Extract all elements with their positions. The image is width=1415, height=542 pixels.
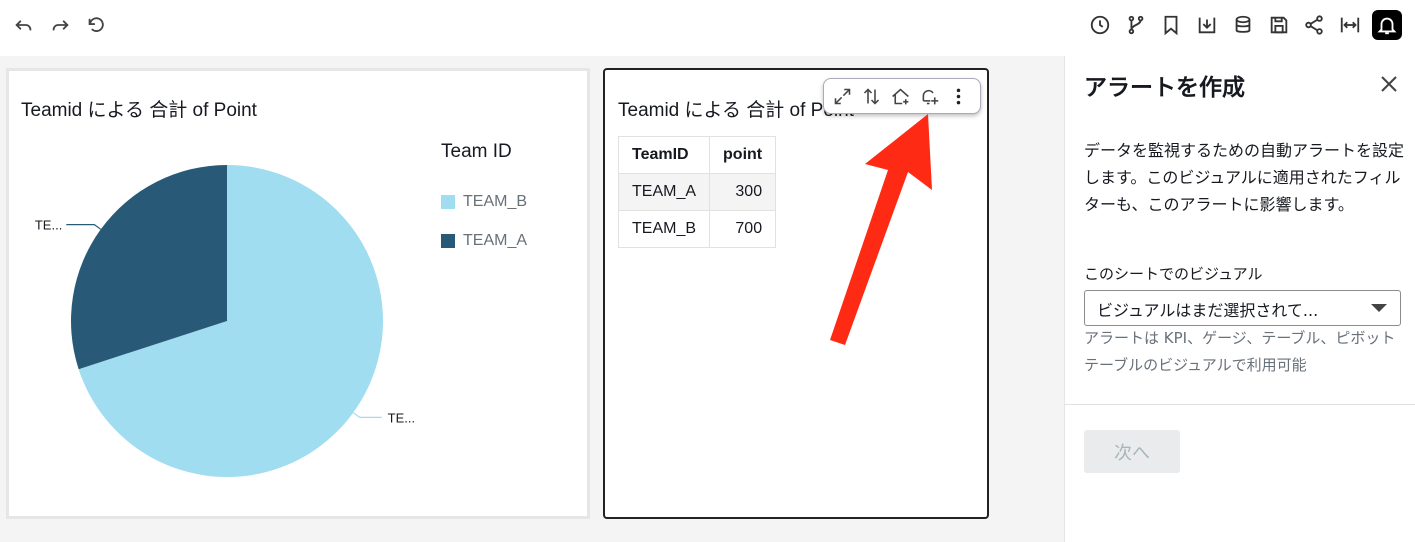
slice-label: TE... bbox=[388, 410, 415, 425]
next-button[interactable]: 次へ bbox=[1084, 430, 1180, 473]
table-header-row: TeamID point bbox=[617, 136, 777, 174]
table-cell: TEAM_A bbox=[617, 173, 711, 211]
legend-swatch bbox=[441, 234, 455, 248]
slice-label: TE... bbox=[35, 218, 62, 233]
visual-title: Teamid による 合計 of Point bbox=[618, 100, 854, 121]
pie-chart-visual[interactable]: Teamid による 合計 of Point TE... TE... Team I… bbox=[6, 68, 590, 519]
leader-line bbox=[66, 224, 102, 230]
bookmark-icon[interactable] bbox=[1157, 10, 1185, 40]
leader-line bbox=[352, 412, 382, 418]
share-icon[interactable] bbox=[1300, 10, 1328, 40]
table-row[interactable]: TEAM_B 700 bbox=[617, 210, 777, 248]
visual-select[interactable]: ビジュアルはまだ選択されて... bbox=[1084, 290, 1401, 326]
column-header-point[interactable]: point bbox=[709, 136, 777, 174]
top-toolbar bbox=[0, 0, 1415, 56]
branch-icon[interactable] bbox=[1122, 10, 1150, 40]
visual-title: Teamid による 合計 of Point bbox=[21, 100, 257, 121]
visual-select-label: このシートでのビジュアル bbox=[1084, 265, 1263, 283]
legend-label: TEAM_A bbox=[463, 232, 528, 249]
undo-icon[interactable] bbox=[10, 10, 38, 40]
legend-label: TEAM_B bbox=[463, 193, 528, 210]
database-icon[interactable] bbox=[1229, 10, 1257, 40]
close-icon[interactable] bbox=[1377, 72, 1401, 96]
fit-width-icon[interactable] bbox=[1336, 10, 1364, 40]
dropdown-arrow-icon bbox=[1371, 304, 1387, 312]
reset-icon[interactable] bbox=[82, 10, 110, 40]
table-cell: TEAM_B bbox=[617, 210, 711, 248]
legend-title: Team ID bbox=[441, 141, 512, 162]
data-table: TeamID point TEAM_A 300 TEAM_B 700 bbox=[617, 136, 777, 248]
redo-icon[interactable] bbox=[46, 10, 74, 40]
table-row[interactable]: TEAM_A 300 bbox=[617, 173, 777, 211]
table-cell: 700 bbox=[709, 210, 777, 248]
legend-item-team-b[interactable]: TEAM_B bbox=[441, 193, 527, 211]
column-header-teamid[interactable]: TeamID bbox=[617, 136, 711, 174]
pie-chart: TE... TE... bbox=[35, 165, 415, 477]
history-icon[interactable] bbox=[1086, 10, 1114, 40]
visual-select-hint: アラートは KPI、ゲージ、テーブル、ピボットテーブルのビジュアルで利用可能 bbox=[1084, 329, 1396, 374]
table-cell: 300 bbox=[709, 173, 777, 211]
bell-icon[interactable] bbox=[1372, 10, 1402, 40]
annotation-arrow bbox=[830, 114, 932, 345]
download-icon[interactable] bbox=[1193, 10, 1221, 40]
create-alert-panel: アラートを作成 データを監視するための自動アラートを設定します。このビジュアルに… bbox=[1064, 56, 1415, 542]
visual-select-value: ビジュアルはまだ選択されて... bbox=[1097, 301, 1319, 320]
save-icon[interactable] bbox=[1265, 10, 1293, 40]
panel-title: アラートを作成 bbox=[1084, 75, 1245, 101]
panel-description: データを監視するための自動アラートを設定します。このビジュアルに適用されたフィル… bbox=[1084, 141, 1405, 214]
divider bbox=[1065, 404, 1415, 405]
legend-swatch bbox=[441, 195, 455, 209]
legend-item-team-a[interactable]: TEAM_A bbox=[441, 232, 527, 250]
